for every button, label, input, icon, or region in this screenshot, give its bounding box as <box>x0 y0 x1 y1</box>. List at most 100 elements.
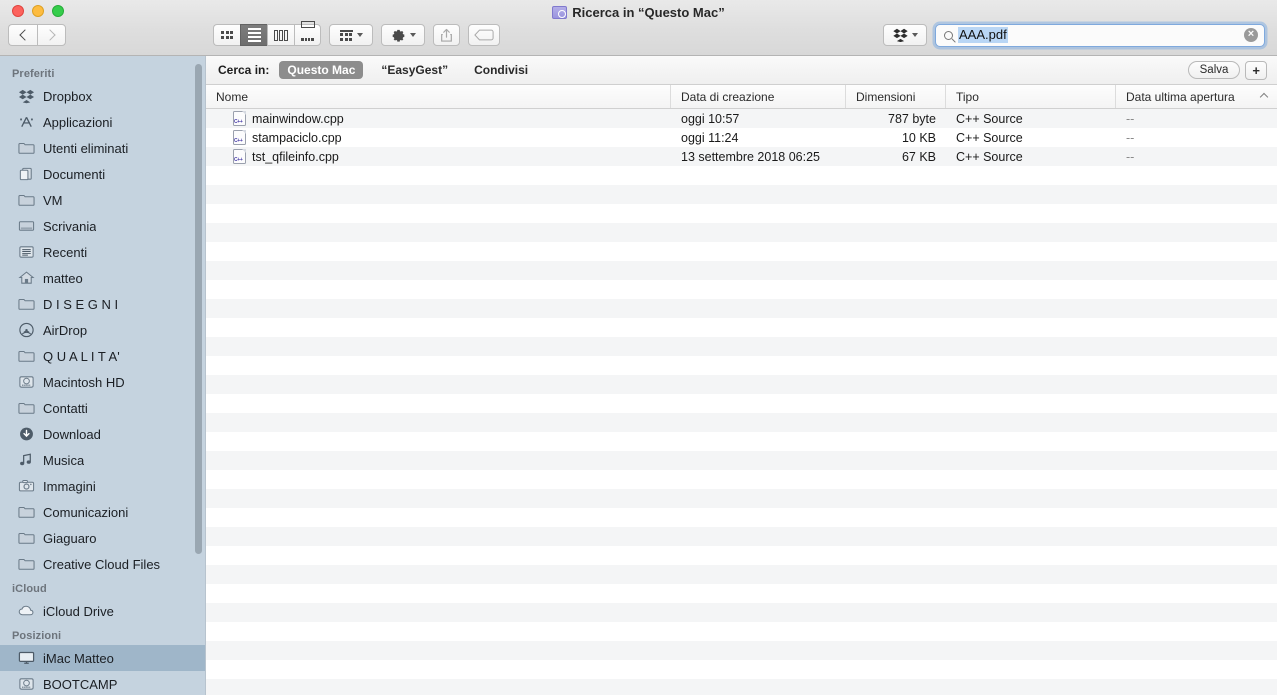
sidebar-item-label: AirDrop <box>43 322 88 338</box>
save-search-button[interactable]: Salva <box>1187 61 1241 79</box>
column-header-name[interactable]: Nome <box>206 85 671 108</box>
dropbox-button[interactable] <box>883 24 927 46</box>
scope-this-mac[interactable]: Questo Mac <box>279 61 364 79</box>
sidebar-item-label: iCloud Drive <box>43 603 114 619</box>
file-kind-cell: C++ Source <box>956 130 1023 145</box>
column-header-size[interactable]: Dimensioni <box>846 85 946 108</box>
scope-easygest[interactable]: “EasyGest” <box>373 61 456 79</box>
sidebar-item-recenti[interactable]: Recenti <box>0 239 205 265</box>
table-row[interactable]: C++ mainwindow.cpp oggi 10:57 787 byte C++ S… <box>206 109 1277 128</box>
empty-row <box>206 546 1277 565</box>
content-area: Cerca in: Questo Mac “EasyGest” Condivis… <box>206 56 1277 695</box>
sidebar-item-comunicazioni[interactable]: Comunicazioni <box>0 499 205 525</box>
sidebar-item-icloud-drive[interactable]: iCloud Drive <box>0 598 205 624</box>
music-icon <box>18 452 35 469</box>
empty-row <box>206 660 1277 679</box>
empty-row <box>206 622 1277 641</box>
sidebar-item-macintosh-hd[interactable]: Macintosh HD <box>0 369 205 395</box>
sidebar-item-documenti[interactable]: Documenti <box>0 161 205 187</box>
sidebar-item-label: matteo <box>43 270 83 286</box>
search-field[interactable]: AAA.pdf × <box>935 23 1265 47</box>
file-name-cell[interactable]: C++ stampaciclo.cpp <box>206 130 671 145</box>
file-name-cell[interactable]: C++ mainwindow.cpp <box>206 111 671 126</box>
column-header-kind[interactable]: Tipo <box>946 85 1116 108</box>
empty-row <box>206 204 1277 223</box>
sidebar-item-applicazioni[interactable]: Applicazioni <box>0 109 205 135</box>
share-button[interactable] <box>433 24 460 46</box>
back-button[interactable] <box>8 24 37 46</box>
forward-button[interactable] <box>37 24 66 46</box>
empty-row <box>206 451 1277 470</box>
folder-icon <box>18 530 35 547</box>
sidebar-item-label: BOOTCAMP <box>43 676 118 692</box>
sidebar-item-immagini[interactable]: Immagini <box>0 473 205 499</box>
sidebar-item-d-i-s-e-g-n-i[interactable]: D I S E G N I <box>0 291 205 317</box>
column-view-button[interactable] <box>267 24 294 46</box>
sidebar-item-dropbox[interactable]: Dropbox <box>0 83 205 109</box>
folder-icon <box>18 348 35 365</box>
folder-icon <box>18 296 35 313</box>
toolbar-center-group <box>213 21 500 46</box>
list-view-button[interactable] <box>240 24 267 46</box>
clear-search-icon[interactable]: × <box>1244 28 1258 42</box>
sidebar-item-label: Applicazioni <box>43 114 113 130</box>
empty-row <box>206 375 1277 394</box>
sidebar-item-airdrop[interactable]: AirDrop <box>0 317 205 343</box>
sidebar-item-giaguaro[interactable]: Giaguaro <box>0 525 205 551</box>
sidebar-item-download[interactable]: Download <box>0 421 205 447</box>
pictures-icon <box>18 478 35 495</box>
sidebar-item-vm[interactable]: VM <box>0 187 205 213</box>
navigation-buttons <box>8 24 66 46</box>
applications-icon <box>18 114 35 131</box>
table-row[interactable]: C++ stampaciclo.cpp oggi 11:24 10 KB C++ Sou… <box>206 128 1277 147</box>
cpp-source-file-icon: C++ <box>233 111 246 126</box>
sidebar-item-label: Documenti <box>43 166 106 182</box>
sidebar-item-utenti-eliminati[interactable]: Utenti eliminati <box>0 135 205 161</box>
search-input[interactable]: AAA.pdf <box>958 27 1008 43</box>
sidebar-item-q-u-a-l-i-t-a[interactable]: Q U A L I T A' <box>0 343 205 369</box>
icon-view-button[interactable] <box>213 24 240 46</box>
sidebar-item-musica[interactable]: Musica <box>0 447 205 473</box>
sidebar-item-label: Musica <box>43 452 85 468</box>
list-icon <box>247 28 261 42</box>
scope-condivisi[interactable]: Condivisi <box>466 61 536 79</box>
chevron-left-icon <box>18 29 31 41</box>
file-kind-cell: C++ Source <box>956 111 1023 126</box>
window-title-text: Ricerca in “Questo Mac” <box>572 4 725 20</box>
arrange-button[interactable] <box>329 24 373 46</box>
harddisk-icon <box>18 676 35 693</box>
file-name: tst_qfileinfo.cpp <box>252 149 339 164</box>
sidebar-item-bootcamp[interactable]: BOOTCAMP <box>0 671 205 695</box>
empty-row <box>206 603 1277 622</box>
empty-row <box>206 261 1277 280</box>
gallery-view-button[interactable] <box>294 21 321 46</box>
sidebar-item-label: Giaguaro <box>43 530 97 546</box>
sort-ascending-icon <box>1259 92 1269 102</box>
file-name-cell[interactable]: C++ tst_qfileinfo.cpp <box>206 149 671 164</box>
sidebar-item-imac-matteo[interactable]: iMac Matteo <box>0 645 205 671</box>
empty-row <box>206 679 1277 695</box>
sidebar-item-label: Contatti <box>43 400 88 416</box>
empty-row <box>206 185 1277 204</box>
smart-folder-icon <box>552 5 568 19</box>
empty-row <box>206 318 1277 337</box>
sidebar-scrollbar[interactable] <box>195 64 202 554</box>
sidebar-item-contatti[interactable]: Contatti <box>0 395 205 421</box>
sidebar-item-matteo[interactable]: matteo <box>0 265 205 291</box>
tags-button[interactable] <box>468 24 500 46</box>
search-scope-bar: Cerca in: Questo Mac “EasyGest” Condivis… <box>206 56 1277 85</box>
empty-row <box>206 223 1277 242</box>
sidebar-item-creative-cloud-files[interactable]: Creative Cloud Files <box>0 551 205 577</box>
column-header-created[interactable]: Data di creazione <box>671 85 846 108</box>
empty-row <box>206 242 1277 261</box>
table-row[interactable]: C++ tst_qfileinfo.cpp 13 settembre 2018 06… <box>206 147 1277 166</box>
home-icon <box>18 270 35 287</box>
add-criteria-button[interactable]: + <box>1245 60 1267 80</box>
titlebar: Ricerca in “Questo Mac” AAA.pdf × <box>0 0 1277 56</box>
action-gear-button[interactable] <box>381 24 425 46</box>
imac-icon <box>18 650 35 667</box>
chevron-down-icon <box>911 33 918 37</box>
harddisk-icon <box>18 374 35 391</box>
sidebar-item-scrivania[interactable]: Scrivania <box>0 213 205 239</box>
column-header-opened[interactable]: Data ultima apertura <box>1116 85 1277 108</box>
